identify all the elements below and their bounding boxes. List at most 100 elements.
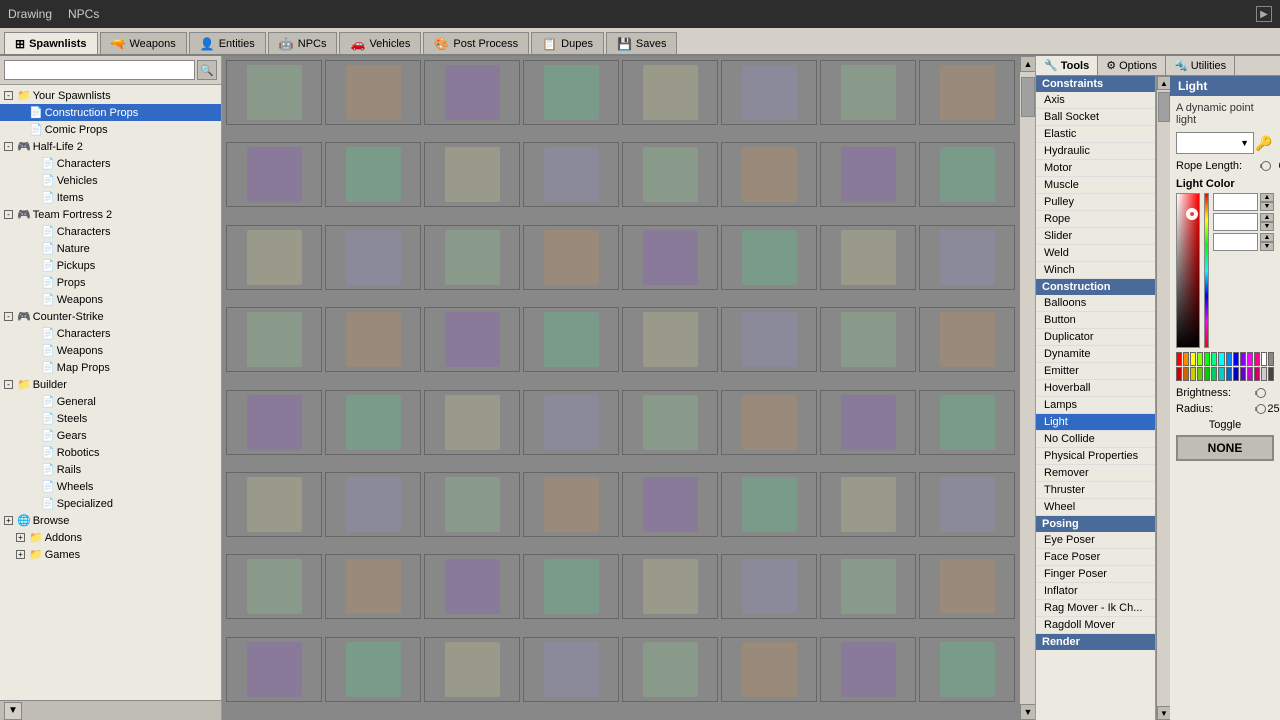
- hue-bar[interactable]: [1204, 193, 1209, 348]
- grid-item[interactable]: [820, 554, 916, 619]
- grid-item[interactable]: [820, 472, 916, 537]
- grid-item[interactable]: [325, 554, 421, 619]
- swatch-0-11[interactable]: [1254, 352, 1260, 366]
- grid-item[interactable]: [424, 307, 520, 372]
- swatch-0-1[interactable]: [1183, 352, 1189, 366]
- grid-item[interactable]: [919, 225, 1015, 290]
- grid-item[interactable]: [325, 307, 421, 372]
- swatch-1-1[interactable]: [1183, 367, 1189, 381]
- grid-item[interactable]: [721, 142, 817, 207]
- grid-item[interactable]: [325, 472, 421, 537]
- g-spinner[interactable]: ▲ ▼: [1260, 213, 1274, 231]
- grid-item[interactable]: [919, 60, 1015, 125]
- tree-item-builder-specialized[interactable]: 📄Specialized: [0, 495, 221, 512]
- constraint-item-physical-properties[interactable]: Physical Properties: [1036, 448, 1155, 465]
- menu-npcs[interactable]: NPCs: [68, 7, 99, 21]
- constraints-scroll-down[interactable]: ▼: [1157, 706, 1171, 720]
- b-input[interactable]: 255: [1213, 233, 1258, 251]
- tree-toggle-team-fortress-2[interactable]: -: [4, 210, 13, 219]
- constraint-item-wheel[interactable]: Wheel: [1036, 499, 1155, 516]
- tree-item-builder[interactable]: -📁Builder: [0, 376, 221, 393]
- grid-item[interactable]: [820, 307, 916, 372]
- r-spin-up[interactable]: ▲: [1260, 193, 1274, 202]
- constraint-item-hydraulic[interactable]: Hydraulic: [1036, 143, 1155, 160]
- rope-length-slider[interactable]: [1260, 164, 1262, 168]
- swatch-0-3[interactable]: [1197, 352, 1203, 366]
- swatch-1-9[interactable]: [1240, 367, 1246, 381]
- grid-item[interactable]: [226, 307, 322, 372]
- r-input[interactable]: 255: [1213, 193, 1258, 211]
- grid-item[interactable]: [424, 637, 520, 702]
- tree-toggle-browse[interactable]: +: [4, 516, 13, 525]
- constraint-item-slider[interactable]: Slider: [1036, 228, 1155, 245]
- swatch-1-12[interactable]: [1261, 367, 1267, 381]
- swatch-0-6[interactable]: [1218, 352, 1224, 366]
- constraint-item-rope[interactable]: Rope: [1036, 211, 1155, 228]
- swatch-1-5[interactable]: [1211, 367, 1217, 381]
- grid-item[interactable]: [721, 225, 817, 290]
- grid-item[interactable]: [325, 390, 421, 455]
- tree-item-half-life-2[interactable]: -🎮Half-Life 2: [0, 138, 221, 155]
- swatch-1-6[interactable]: [1218, 367, 1224, 381]
- grid-item[interactable]: [523, 390, 619, 455]
- grid-item[interactable]: [424, 554, 520, 619]
- grid-item[interactable]: [226, 472, 322, 537]
- grid-item[interactable]: [919, 472, 1015, 537]
- constraint-item-ball-socket[interactable]: Ball Socket: [1036, 109, 1155, 126]
- constraint-item-button[interactable]: Button: [1036, 312, 1155, 329]
- swatch-0-0[interactable]: [1176, 352, 1182, 366]
- constraint-item-light[interactable]: Light: [1036, 414, 1155, 431]
- constraint-item-face-poser[interactable]: Face Poser: [1036, 549, 1155, 566]
- grid-item[interactable]: [226, 637, 322, 702]
- g-input[interactable]: 255: [1213, 213, 1258, 231]
- grid-item[interactable]: [919, 390, 1015, 455]
- grid-item[interactable]: [523, 307, 619, 372]
- grid-item[interactable]: [622, 472, 718, 537]
- grid-item[interactable]: [919, 142, 1015, 207]
- key-icon[interactable]: 🔑: [1254, 133, 1274, 153]
- constraint-item-pulley[interactable]: Pulley: [1036, 194, 1155, 211]
- tab-post-process[interactable]: 🎨Post Process: [423, 32, 529, 54]
- swatch-1-13[interactable]: [1268, 367, 1274, 381]
- grid-item[interactable]: [721, 307, 817, 372]
- tree-item-builder-general[interactable]: 📄General: [0, 393, 221, 410]
- grid-item[interactable]: [523, 554, 619, 619]
- grid-item[interactable]: [721, 554, 817, 619]
- tree-item-addons[interactable]: +📁Addons: [0, 529, 221, 546]
- grid-item[interactable]: [622, 554, 718, 619]
- radius-thumb[interactable]: [1256, 404, 1266, 414]
- tree-item-builder-wheels[interactable]: 📄Wheels: [0, 478, 221, 495]
- constraints-scrollbar[interactable]: ▲ ▼: [1156, 76, 1170, 720]
- tree-toggle-games[interactable]: +: [16, 550, 25, 559]
- grid-item[interactable]: [919, 637, 1015, 702]
- grid-item[interactable]: [721, 472, 817, 537]
- tab-npcs[interactable]: 🤖NPCs: [268, 32, 338, 54]
- tab-dupes[interactable]: 📋Dupes: [531, 32, 604, 54]
- swatch-0-8[interactable]: [1233, 352, 1239, 366]
- swatch-1-11[interactable]: [1254, 367, 1260, 381]
- constraint-item-winch[interactable]: Winch: [1036, 262, 1155, 279]
- tree-item-hl2-characters[interactable]: 📄Characters: [0, 155, 221, 172]
- constraint-item-axis[interactable]: Axis: [1036, 92, 1155, 109]
- tree-item-team-fortress-2[interactable]: -🎮Team Fortress 2: [0, 206, 221, 223]
- grid-item[interactable]: [523, 142, 619, 207]
- search-button[interactable]: 🔍: [197, 60, 217, 80]
- tree-item-builder-steels[interactable]: 📄Steels: [0, 410, 221, 427]
- grid-item[interactable]: [622, 390, 718, 455]
- constraint-item-emitter[interactable]: Emitter: [1036, 363, 1155, 380]
- grid-item[interactable]: [622, 60, 718, 125]
- search-input[interactable]: [4, 60, 195, 80]
- grid-item[interactable]: [226, 390, 322, 455]
- color-cursor[interactable]: [1188, 210, 1196, 218]
- tree-toggle-builder[interactable]: -: [4, 380, 13, 389]
- constraint-item-lamps[interactable]: Lamps: [1036, 397, 1155, 414]
- tree-item-hl2-items[interactable]: 📄Items: [0, 189, 221, 206]
- tree-expand-button[interactable]: ▼: [4, 702, 22, 720]
- tree-item-builder-rails[interactable]: 📄Rails: [0, 461, 221, 478]
- tree-item-comic-props[interactable]: 📄Comic Props: [0, 121, 221, 138]
- swatch-1-3[interactable]: [1197, 367, 1203, 381]
- tools-tab-utilities[interactable]: 🔩Utilities: [1166, 56, 1235, 75]
- constraint-item-no-collide[interactable]: No Collide: [1036, 431, 1155, 448]
- tab-saves[interactable]: 💾Saves: [606, 32, 678, 54]
- grid-item[interactable]: [325, 142, 421, 207]
